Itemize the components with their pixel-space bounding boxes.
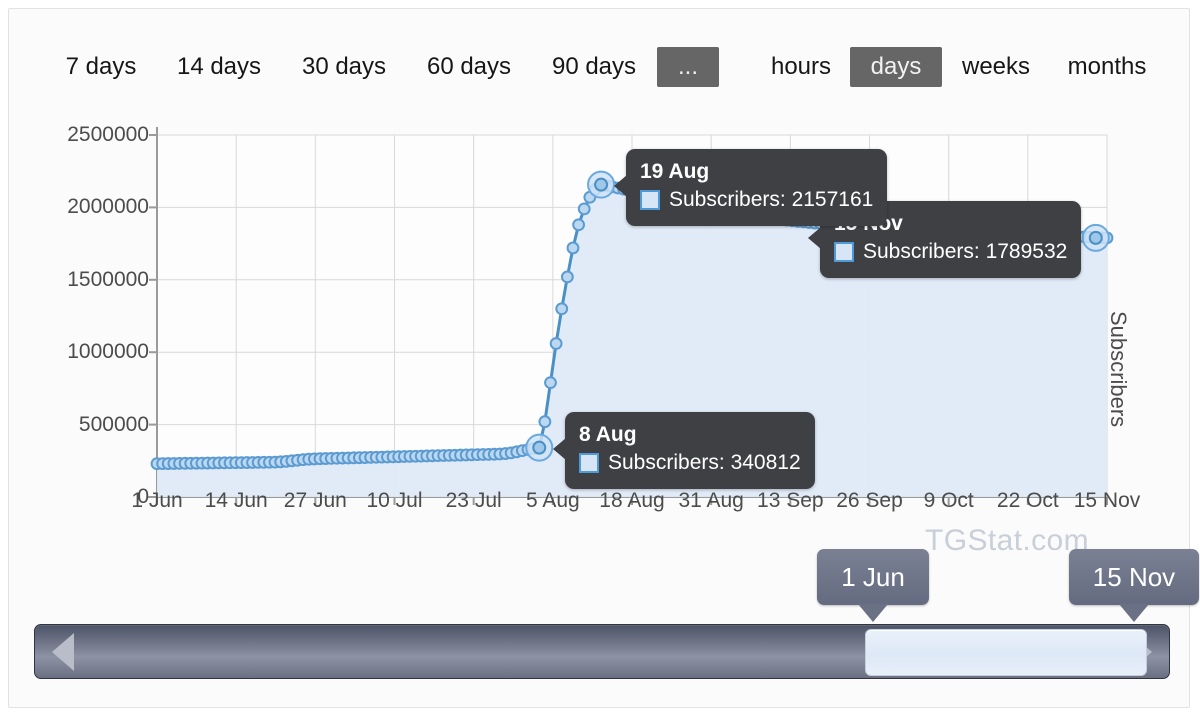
range-handle-label[interactable]: 15 Nov xyxy=(1069,549,1199,622)
tgstat-subscribers-chart-panel: 7 days 14 days 30 days 60 days 90 days... ho… xyxy=(8,8,1199,708)
chart-tooltip: 8 Aug Subscribers: 340812 xyxy=(553,412,815,489)
range-button-[interactable]: ... xyxy=(657,47,719,87)
tooltip-metric-label: Subscribers: xyxy=(608,451,725,474)
y-axis-tick-labels: 0 500000 1000000 1500000 2000000 2500000 xyxy=(9,97,149,549)
x-tick-label: 5 Aug xyxy=(525,489,580,512)
scrollbar-thumb[interactable] xyxy=(865,629,1147,676)
range-button-7-days[interactable]: 7 days xyxy=(57,47,145,87)
tooltip-pointer xyxy=(614,175,627,197)
chart-plot-area[interactable]: 0 500000 1000000 1500000 2000000 2500000 1 Ju… xyxy=(9,97,1189,557)
range-handle-text: 1 Jun xyxy=(841,562,905,592)
range-handle-pointer xyxy=(1119,604,1149,622)
chart-toolbar: 7 days 14 days 30 days 60 days 90 days... ho… xyxy=(9,9,1189,97)
series-color-swatch xyxy=(640,190,660,210)
tooltip-metric-label: Subscribers: xyxy=(863,240,980,263)
granularity-button-weeks[interactable]: weeks xyxy=(954,47,1038,87)
tooltip-date: 8 Aug xyxy=(579,423,637,446)
granularity-button-months[interactable]: months xyxy=(1057,47,1157,87)
series-color-swatch xyxy=(834,242,854,262)
x-tick-label: 15 Nov xyxy=(1073,489,1141,512)
tooltip-metric-value: 340812 xyxy=(730,451,801,474)
tooltip-metric-value: 1789532 xyxy=(985,240,1068,263)
highlighted-point-15-nov[interactable] xyxy=(1081,223,1110,252)
tooltip-metric-value: 2157161 xyxy=(791,188,874,211)
y-tick-label: 2000000 xyxy=(67,195,149,219)
tooltip-metric-label: Subscribers: xyxy=(669,188,786,211)
y-axis-title: Subscribers xyxy=(1106,311,1131,428)
x-tick-label: 14 Jun xyxy=(204,489,268,512)
x-tick-label: 9 Oct xyxy=(923,489,974,512)
scroll-left-arrow-icon[interactable] xyxy=(52,632,74,671)
granularity-button-days[interactable]: days xyxy=(850,47,942,87)
series-color-swatch xyxy=(579,453,599,473)
range-button-60-days[interactable]: 60 days xyxy=(421,47,517,87)
y-tick-label: 500000 xyxy=(78,412,149,436)
granularity-button-hours[interactable]: hours xyxy=(761,47,841,87)
tooltip-pointer xyxy=(553,438,566,460)
x-tick-label: 18 Aug xyxy=(599,489,665,512)
range-button-14-days[interactable]: 14 days xyxy=(171,47,267,87)
x-tick-label: 1 Jun xyxy=(131,489,183,512)
timeline-scrollbar[interactable] xyxy=(34,624,1170,679)
range-handle-text: 15 Nov xyxy=(1092,562,1176,592)
highlighted-point-8-aug[interactable] xyxy=(525,433,554,462)
tooltip-metric-row: Subscribers: 340812 xyxy=(579,448,801,478)
tooltip-pointer xyxy=(808,227,821,249)
range-button-30-days[interactable]: 30 days xyxy=(296,47,392,87)
x-axis-tick-labels: 1 Jun 14 Jun 27 Jun 10 Jul 23 Jul 5 Aug 18 Aug… xyxy=(9,489,1189,529)
watermark: TGStat.com xyxy=(925,524,1090,557)
tooltip-metric-row: Subscribers: 2157161 xyxy=(640,185,873,215)
x-tick-label: 13 Sep xyxy=(757,489,824,512)
tooltip-metric-row: Subscribers: 1789532 xyxy=(834,237,1067,267)
x-tick-label: 22 Oct xyxy=(996,489,1059,512)
x-tick-label: 10 Jul xyxy=(366,489,423,512)
x-tick-label: 23 Jul xyxy=(445,489,502,512)
range-button-90-days[interactable]: 90 days xyxy=(546,47,642,87)
chart-tooltip: 19 Aug Subscribers: 2157161 xyxy=(614,149,888,226)
tooltip-date: 19 Aug xyxy=(640,160,710,183)
range-handle-pointer xyxy=(858,604,888,622)
x-tick-label: 26 Sep xyxy=(836,489,903,512)
y-tick-label: 2500000 xyxy=(67,123,149,146)
y-tick-label: 1000000 xyxy=(67,340,149,364)
range-handle-label[interactable]: 1 Jun xyxy=(817,549,929,622)
highlighted-point-19-aug[interactable] xyxy=(587,170,616,199)
x-tick-label: 27 Jun xyxy=(283,489,347,512)
x-tick-label: 31 Aug xyxy=(678,489,744,512)
y-tick-label: 1500000 xyxy=(67,267,149,291)
